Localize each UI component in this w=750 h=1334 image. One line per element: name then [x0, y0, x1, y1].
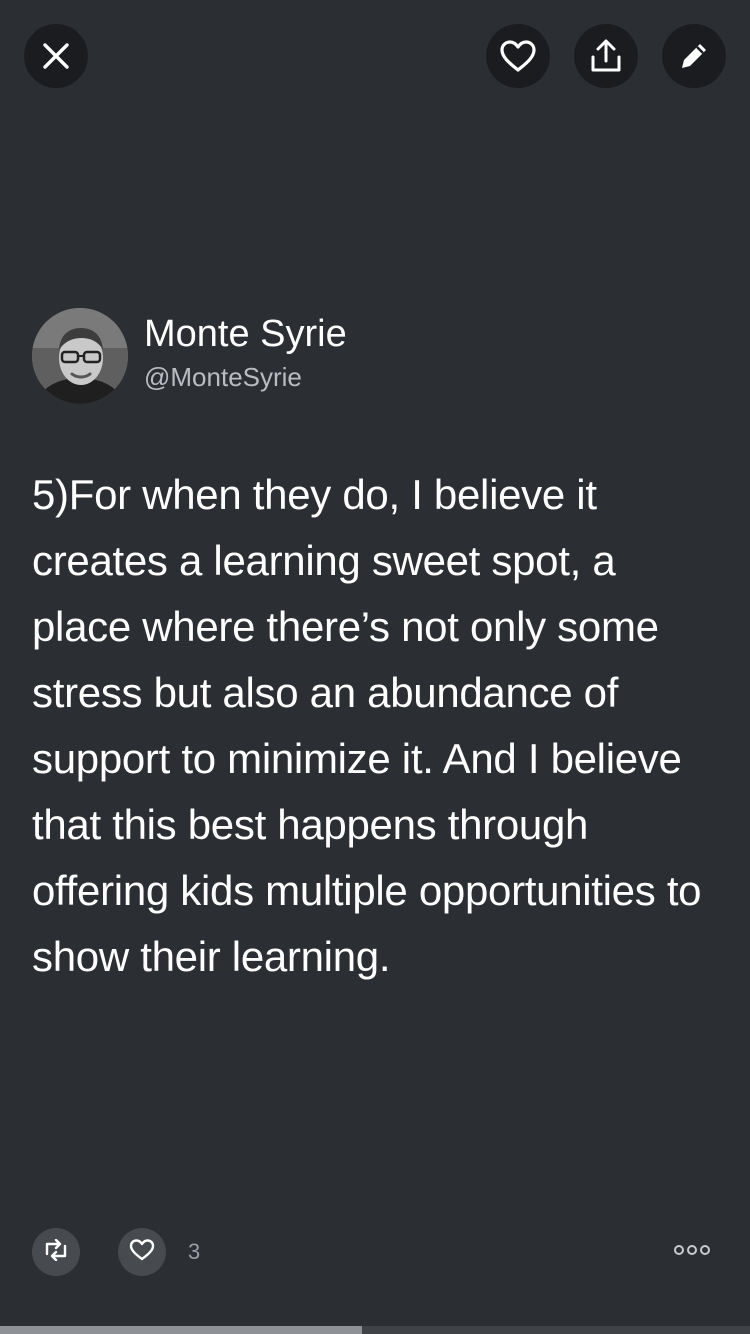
share-icon — [588, 38, 624, 74]
author-handle[interactable]: @MonteSyrie — [144, 361, 347, 393]
more-button[interactable] — [672, 1238, 712, 1266]
close-button[interactable] — [24, 24, 88, 88]
like-button-bottom[interactable] — [118, 1228, 166, 1276]
avatar-photo — [32, 308, 128, 404]
avatar[interactable] — [32, 308, 128, 404]
edit-button[interactable] — [662, 24, 726, 88]
more-icon — [673, 1243, 711, 1261]
author-header: Monte Syrie @MonteSyrie — [32, 308, 347, 404]
action-bar: 3 — [0, 1228, 750, 1276]
heart-icon — [129, 1238, 155, 1267]
progress-bar-fill — [0, 1326, 363, 1334]
author-name[interactable]: Monte Syrie — [144, 311, 347, 357]
retweet-button[interactable] — [32, 1228, 80, 1276]
tweet-text: 5)For when they do, I believe it creates… — [32, 471, 702, 980]
retweet-icon — [43, 1238, 69, 1266]
progress-bar — [0, 1326, 750, 1334]
like-button[interactable] — [486, 24, 550, 88]
share-button[interactable] — [574, 24, 638, 88]
like-count: 3 — [188, 1239, 201, 1264]
pencil-icon — [677, 39, 711, 73]
close-icon — [41, 41, 71, 71]
heart-icon — [499, 39, 537, 73]
